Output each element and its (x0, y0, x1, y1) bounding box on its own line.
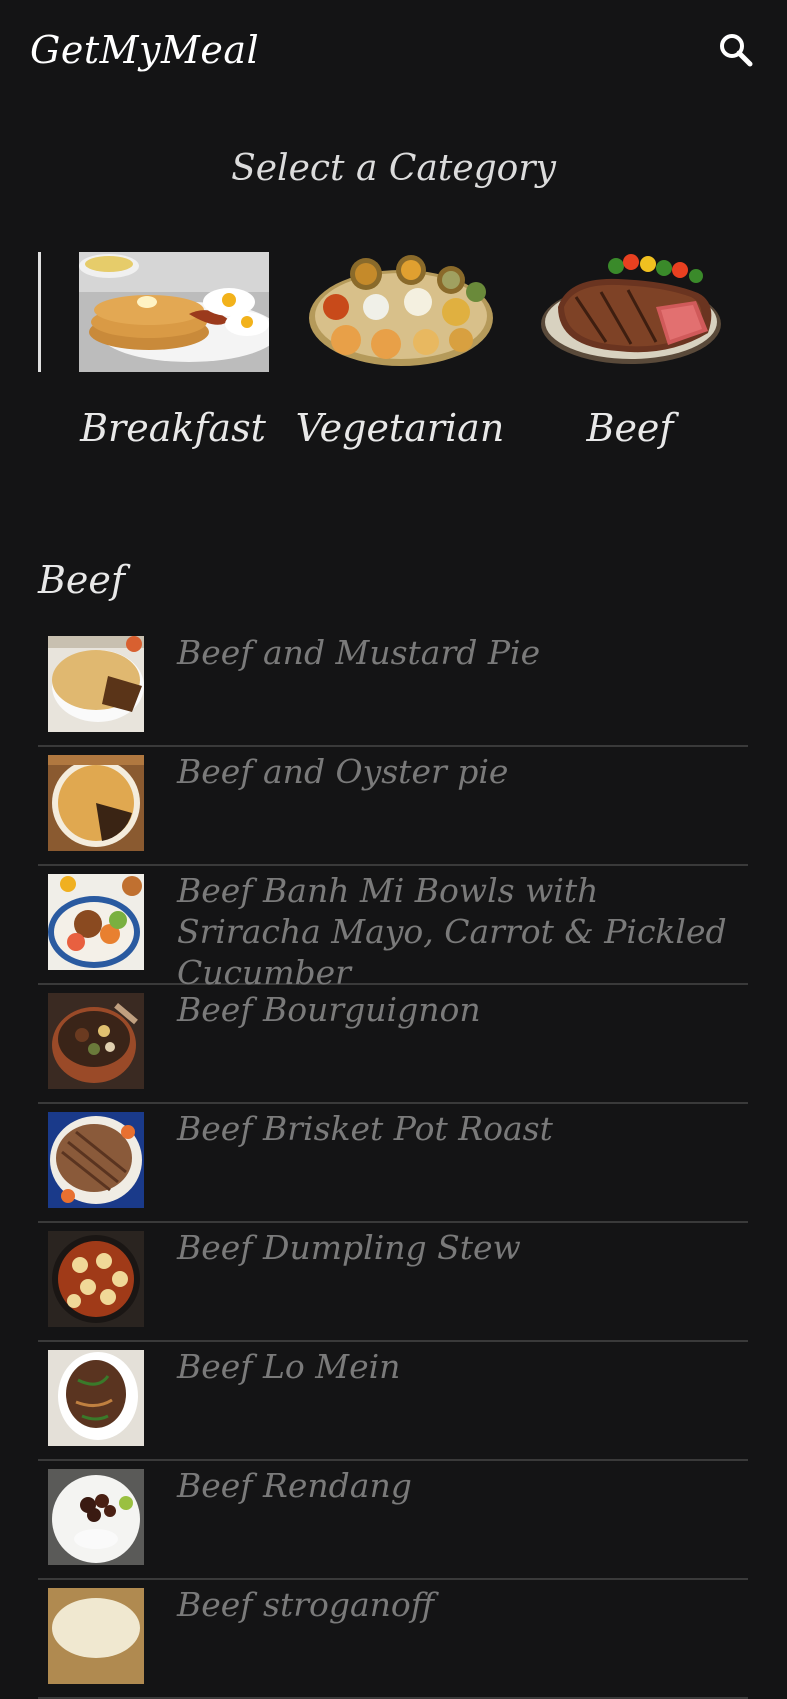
meal-name: Beef stroganoff (177, 1585, 435, 1624)
meal-thumbnail (48, 874, 144, 970)
meal-row-beef-dumpling-stew[interactable]: Beef Dumpling Stew (38, 1223, 748, 1342)
meal-list: Beef and Mustard Pie Beef and Oyster pie… (38, 628, 748, 1699)
meal-thumbnail (48, 1231, 144, 1327)
meal-row-beef-brisket-pot-roast[interactable]: Beef Brisket Pot Roast (38, 1104, 748, 1223)
app-title: GetMyMeal (30, 28, 260, 72)
search-icon (720, 34, 753, 67)
breakfast-image (79, 252, 269, 372)
meal-row-beef-banh-mi-bowls[interactable]: Beef Banh Mi Bowls with Sriracha Mayo, C… (38, 866, 748, 992)
meal-name: Beef Lo Mein (177, 1347, 401, 1386)
meal-row-beef-and-mustard-pie[interactable]: Beef and Mustard Pie (38, 628, 748, 747)
meal-name: Beef Brisket Pot Roast (177, 1109, 553, 1148)
meal-thumbnail (48, 755, 144, 851)
meal-thumbnail (48, 636, 144, 732)
meal-row-beef-stroganoff[interactable]: Beef stroganoff (38, 1580, 748, 1699)
meal-name: Beef and Mustard Pie (177, 633, 541, 672)
meal-row-beef-lo-mein[interactable]: Beef Lo Mein (38, 1342, 748, 1461)
meal-name: Beef Rendang (177, 1466, 412, 1505)
meal-thumbnail (48, 1588, 144, 1684)
category-label: Beef (586, 406, 674, 450)
meal-name: Beef Banh Mi Bowls with Sriracha Mayo, C… (177, 871, 727, 992)
meal-thumbnail (48, 1112, 144, 1208)
category-breakfast[interactable]: Breakfast (63, 246, 283, 476)
category-section-heading: Select a Category (231, 148, 556, 189)
meal-row-beef-bourguignon[interactable]: Beef Bourguignon (38, 985, 748, 1104)
meal-name: Beef Dumpling Stew (177, 1228, 521, 1267)
meal-thumbnail (48, 993, 144, 1089)
meal-thumbnail (48, 1469, 144, 1565)
beef-image (541, 254, 721, 364)
search-button[interactable] (716, 30, 760, 74)
vegetarian-image (309, 255, 493, 366)
category-carousel[interactable]: Breakfast Vegetarian Beef (0, 246, 787, 476)
category-label: Breakfast (80, 406, 266, 450)
category-label: Vegetarian (295, 406, 505, 450)
meal-name: Beef and Oyster pie (177, 752, 509, 791)
meal-row-beef-rendang[interactable]: Beef Rendang (38, 1461, 748, 1580)
meal-name: Beef Bourguignon (177, 990, 481, 1029)
category-vegetarian[interactable]: Vegetarian (290, 246, 510, 476)
category-beef[interactable]: Beef (520, 246, 740, 476)
app-bar: GetMyMeal (0, 0, 787, 110)
meal-row-beef-and-oyster-pie[interactable]: Beef and Oyster pie (38, 747, 748, 866)
meal-list-heading: Beef (38, 558, 125, 602)
meal-thumbnail (48, 1350, 144, 1446)
scroll-indicator (38, 252, 41, 372)
